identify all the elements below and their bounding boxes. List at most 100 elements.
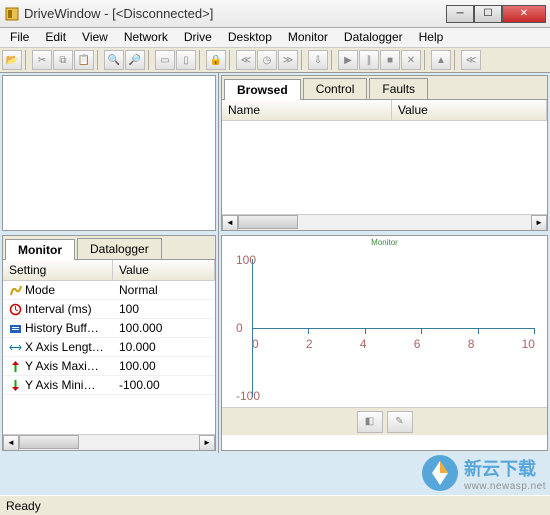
zoom-out-button[interactable]: 🔎: [125, 50, 145, 70]
separator: [301, 50, 305, 70]
stop-button[interactable]: ■: [380, 50, 400, 70]
separator: [454, 50, 458, 70]
pause-button[interactable]: ∥: [359, 50, 379, 70]
tree-pane: [2, 75, 216, 231]
table-row[interactable]: Y Axis Maxi… 100.00: [3, 357, 215, 376]
chart-tool2-button[interactable]: ✎: [387, 411, 413, 433]
cancel-button[interactable]: ✕: [401, 50, 421, 70]
forward-fast-button[interactable]: ≫: [278, 50, 298, 70]
col-name[interactable]: Name: [222, 100, 392, 120]
table-row[interactable]: Interval (ms) 100: [3, 300, 215, 319]
setting-label: History Buff…: [25, 321, 99, 335]
rewind-button[interactable]: ≪: [461, 50, 481, 70]
setting-label: Interval (ms): [25, 302, 92, 316]
menu-drive[interactable]: Drive: [176, 28, 220, 47]
scroll-left-icon[interactable]: ◄: [222, 215, 238, 231]
table-row[interactable]: Y Axis Mini… -100.00: [3, 376, 215, 395]
col-value[interactable]: Value: [113, 260, 215, 280]
separator: [424, 50, 428, 70]
tab-faults[interactable]: Faults: [369, 78, 428, 99]
setting-label: Y Axis Maxi…: [25, 359, 99, 373]
close-button[interactable]: ✕: [502, 5, 546, 23]
table-row[interactable]: History Buff… 100.000: [3, 319, 215, 338]
separator: [25, 50, 29, 70]
col-setting[interactable]: Setting: [3, 260, 113, 280]
download-button[interactable]: ⇩: [308, 50, 328, 70]
chart-title: Monitor: [222, 236, 547, 249]
xaxis-icon: [9, 341, 22, 354]
tab-browsed[interactable]: Browsed: [224, 79, 301, 100]
cut-button[interactable]: ✂: [32, 50, 52, 70]
menu-desktop[interactable]: Desktop: [220, 28, 280, 47]
titlebar: DriveWindow - [<Disconnected>] ─ ☐ ✕: [0, 0, 550, 28]
setting-value: Normal: [113, 281, 215, 299]
statusbar: Ready: [0, 495, 550, 515]
scroll-thumb[interactable]: [19, 435, 79, 449]
window1-button[interactable]: ▭: [155, 50, 175, 70]
window-title: DriveWindow - [<Disconnected>]: [24, 6, 446, 21]
tab-control[interactable]: Control: [303, 78, 368, 99]
watermark-logo-icon: [420, 453, 460, 493]
setting-value: 100.000: [113, 319, 215, 337]
separator: [97, 50, 101, 70]
menu-network[interactable]: Network: [116, 28, 176, 47]
watermark-url: www.newasp.net: [464, 481, 546, 492]
menu-monitor[interactable]: Monitor: [280, 28, 336, 47]
chart-toolbar: ◧ ✎: [222, 407, 547, 435]
paste-button[interactable]: 📋: [74, 50, 94, 70]
browse-header: Name Value: [222, 100, 547, 121]
status-text: Ready: [6, 499, 41, 513]
up-button[interactable]: ▲: [431, 50, 451, 70]
menu-file[interactable]: File: [2, 28, 37, 47]
setting-value: 100.00: [113, 357, 215, 375]
window2-button[interactable]: ▯: [176, 50, 196, 70]
clock-button[interactable]: ◷: [257, 50, 277, 70]
settings-pane: Monitor Datalogger Setting Value Mode Nor…: [2, 235, 216, 451]
interval-icon: [9, 303, 22, 316]
separator: [229, 50, 233, 70]
chart-xticks: [252, 328, 535, 334]
settings-header: Setting Value: [3, 260, 215, 281]
scroll-right-icon[interactable]: ►: [199, 435, 215, 451]
chart-tool1-button[interactable]: ◧: [357, 411, 383, 433]
tab-monitor[interactable]: Monitor: [5, 239, 75, 260]
watermark: 新云下载 www.newasp.net: [420, 453, 546, 493]
separator: [199, 50, 203, 70]
setting-label: Mode: [25, 283, 55, 297]
scroll-right-icon[interactable]: ►: [531, 215, 547, 231]
watermark-text: 新云下载: [464, 455, 546, 481]
minimize-button[interactable]: ─: [446, 5, 474, 23]
browse-scrollbar[interactable]: ◄ ►: [222, 214, 547, 230]
settings-scrollbar[interactable]: ◄ ►: [3, 434, 215, 450]
browse-pane: Browsed Control Faults Name Value ◄ ►: [221, 75, 548, 231]
scroll-left-icon[interactable]: ◄: [3, 435, 19, 451]
rewind-fast-button[interactable]: ≪: [236, 50, 256, 70]
menu-datalogger[interactable]: Datalogger: [336, 28, 411, 47]
setting-label: Y Axis Mini…: [25, 378, 95, 392]
menu-edit[interactable]: Edit: [37, 28, 74, 47]
setting-label: X Axis Lengt…: [25, 340, 104, 354]
scroll-thumb[interactable]: [238, 215, 298, 229]
right-tabrow: Browsed Control Faults: [222, 76, 547, 100]
lock-button[interactable]: 🔒: [206, 50, 226, 70]
play-button[interactable]: ▶: [338, 50, 358, 70]
app-icon: [4, 6, 20, 22]
menu-help[interactable]: Help: [411, 28, 452, 47]
tab-datalogger[interactable]: Datalogger: [77, 238, 162, 259]
table-row[interactable]: Mode Normal: [3, 281, 215, 300]
chart-xlabels: 0 2 4 6 8 10: [252, 337, 535, 351]
table-row[interactable]: X Axis Lengt… 10.000: [3, 338, 215, 357]
maximize-button[interactable]: ☐: [474, 5, 502, 23]
setting-value: -100.00: [113, 376, 215, 394]
open-button[interactable]: 📂: [2, 50, 22, 70]
copy-button[interactable]: ⧉: [53, 50, 73, 70]
setting-value: 100: [113, 300, 215, 318]
history-icon: [9, 322, 22, 335]
zoom-in-button[interactable]: 🔍: [104, 50, 124, 70]
setting-value: 10.000: [113, 338, 215, 356]
col-value2[interactable]: Value: [392, 100, 547, 120]
mode-icon: [9, 284, 22, 297]
menu-view[interactable]: View: [74, 28, 116, 47]
left-tabrow: Monitor Datalogger: [3, 236, 215, 260]
ymin-icon: [9, 379, 22, 392]
